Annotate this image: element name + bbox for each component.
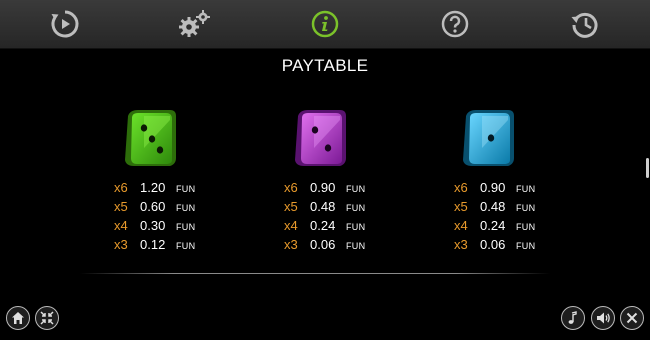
- history-icon: [571, 12, 598, 38]
- music-icon: [568, 311, 577, 324]
- multiplier: x5: [284, 199, 298, 214]
- multiplier: x6: [454, 180, 468, 195]
- history-button[interactable]: [566, 5, 604, 43]
- multiplier: x6: [284, 180, 298, 195]
- pay-row: x4 0.24 FUN: [454, 216, 614, 235]
- pay-row: x5 0.60 FUN: [114, 197, 274, 216]
- payout-value: 0.24: [310, 218, 336, 233]
- payout-value: 0.48: [480, 199, 506, 214]
- pay-row: x3 0.12 FUN: [114, 235, 274, 254]
- help-icon: [441, 10, 469, 38]
- paytable-rows-blue: x6 0.90 FUN x5 0.48 FUN x4 0.24 FUN x3 0.06 FUN: [454, 178, 614, 254]
- currency-label: FUN: [346, 241, 366, 251]
- pay-row: x4 0.24 FUN: [284, 216, 444, 235]
- payout-value: 0.48: [310, 199, 336, 214]
- pay-row: x5 0.48 FUN: [454, 197, 614, 216]
- payout-value: 0.06: [310, 237, 336, 252]
- currency-label: FUN: [516, 241, 536, 251]
- currency-label: FUN: [346, 203, 366, 213]
- purple-die-icon: [290, 108, 356, 174]
- multiplier: x4: [114, 218, 128, 233]
- sound-button[interactable]: [591, 306, 615, 330]
- currency-label: FUN: [176, 241, 196, 251]
- payout-value: 0.30: [140, 218, 166, 233]
- autoplay-icon: [51, 10, 79, 38]
- scrollbar-thumb[interactable]: [646, 158, 649, 178]
- payout-value: 1.20: [140, 180, 166, 195]
- payout-value: 0.12: [140, 237, 166, 252]
- multiplier: x4: [454, 218, 468, 233]
- pay-row: x5 0.48 FUN: [284, 197, 444, 216]
- pay-row: x6 0.90 FUN: [454, 178, 614, 197]
- home-icon: [12, 312, 24, 324]
- pay-row: x6 1.20 FUN: [114, 178, 274, 197]
- multiplier: x4: [284, 218, 298, 233]
- close-icon: [626, 312, 638, 324]
- paytable-rows-purple: x6 0.90 FUN x5 0.48 FUN x4 0.24 FUN x3 0.06 FUN: [284, 178, 444, 254]
- currency-label: FUN: [516, 203, 536, 213]
- paytable-rows-green: x6 1.20 FUN x5 0.60 FUN x4 0.30 FUN x3 0.12 FUN: [114, 178, 274, 254]
- currency-label: FUN: [176, 222, 196, 232]
- autoplay-button[interactable]: [46, 5, 84, 43]
- multiplier: x3: [114, 237, 128, 252]
- multiplier: x3: [284, 237, 298, 252]
- info-button[interactable]: [306, 5, 344, 43]
- home-button[interactable]: [6, 306, 30, 330]
- currency-label: FUN: [516, 184, 536, 194]
- payout-value: 0.06: [480, 237, 506, 252]
- blue-die-icon: [458, 108, 524, 174]
- top-nav-bar: [0, 0, 650, 49]
- pay-row: x3 0.06 FUN: [454, 235, 614, 254]
- music-button[interactable]: [561, 306, 585, 330]
- currency-label: FUN: [516, 222, 536, 232]
- multiplier: x6: [114, 180, 128, 195]
- close-button[interactable]: [620, 306, 644, 330]
- pay-row: x3 0.06 FUN: [284, 235, 444, 254]
- info-icon: [311, 10, 339, 38]
- multiplier: x3: [454, 237, 468, 252]
- multiplier: x5: [454, 199, 468, 214]
- currency-label: FUN: [346, 184, 366, 194]
- currency-label: FUN: [346, 222, 366, 232]
- fullscreen-icon: [40, 311, 54, 325]
- payout-value: 0.90: [310, 180, 336, 195]
- payout-value: 0.90: [480, 180, 506, 195]
- sound-icon: [596, 312, 610, 324]
- multiplier: x5: [114, 199, 128, 214]
- currency-label: FUN: [176, 203, 196, 213]
- green-die-icon: [120, 108, 186, 174]
- fullscreen-button[interactable]: [35, 306, 59, 330]
- pay-row: x4 0.30 FUN: [114, 216, 274, 235]
- pay-row: x6 0.90 FUN: [284, 178, 444, 197]
- settings-icon: [179, 10, 210, 37]
- currency-label: FUN: [176, 184, 196, 194]
- settings-button[interactable]: [176, 5, 214, 43]
- payout-value: 0.60: [140, 199, 166, 214]
- help-button[interactable]: [436, 5, 474, 43]
- payout-value: 0.24: [480, 218, 506, 233]
- paytable-title: PAYTABLE: [281, 56, 369, 75]
- divider: [80, 273, 550, 274]
